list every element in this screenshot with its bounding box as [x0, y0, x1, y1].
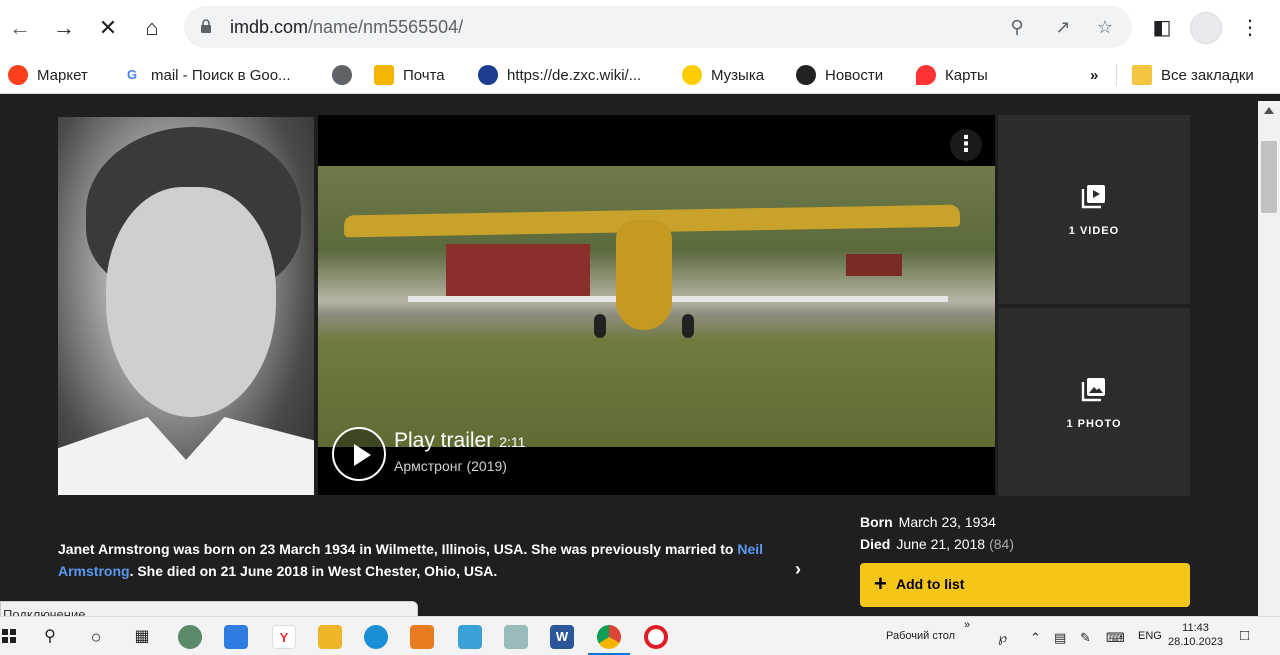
forward-arrow-icon[interactable]: → — [50, 14, 78, 42]
globe-icon — [332, 65, 352, 85]
bookmarks-bar: Маркет G mail - Поиск в Goo... Почта htt… — [0, 56, 1280, 94]
video-thumbnail — [318, 166, 995, 447]
zxc-wiki-icon — [478, 65, 498, 85]
url-text: imdb.com/name/nm5565504/ — [230, 17, 464, 37]
paint-icon[interactable] — [504, 625, 528, 649]
scroll-up-arrow-icon[interactable] — [1264, 107, 1274, 114]
menu-kebab-icon[interactable]: ⋮ — [1236, 14, 1264, 42]
yandex-market-icon — [8, 65, 28, 85]
video-library-icon — [1081, 185, 1105, 209]
bookmark-market[interactable]: Маркет — [8, 64, 88, 86]
toolbar-expand-icon[interactable]: » — [964, 619, 970, 631]
bookmark-mail-search[interactable]: G mail - Поиск в Goo... — [122, 64, 291, 86]
tray-chevron-up-icon[interactable]: ⌃ — [1030, 630, 1041, 646]
news-icon — [796, 65, 816, 85]
notifications-icon[interactable]: □ — [1240, 627, 1249, 644]
profile-avatar[interactable] — [1190, 12, 1222, 44]
play-trailer-button[interactable] — [332, 427, 386, 481]
trailer-player[interactable]: ⋮ Play trailer 2:11 Армстронг (2019) — [318, 115, 995, 495]
language-indicator[interactable]: ENG — [1138, 630, 1162, 642]
plus-icon: + — [874, 571, 887, 596]
google-icon: G — [122, 65, 142, 85]
trailer-title[interactable]: Play trailer 2:11 — [394, 429, 525, 453]
stop-loading-icon[interactable]: ✕ — [94, 14, 122, 42]
mail-app-icon[interactable] — [224, 625, 248, 649]
opera-icon[interactable] — [644, 625, 668, 649]
died-row: Died June 21, 2018 (84) — [860, 536, 1014, 552]
bookmark-news[interactable]: Новости — [796, 64, 883, 86]
all-bookmarks-folder[interactable]: Все закладки — [1132, 64, 1254, 86]
media-player-icon[interactable] — [410, 625, 434, 649]
keyboard-icon[interactable]: ⌨ — [1106, 630, 1125, 646]
play-icon — [354, 444, 371, 466]
bookmarks-overflow-button[interactable]: » — [1090, 64, 1098, 86]
video-options-icon[interactable]: ⋮ — [950, 129, 982, 161]
videos-tile[interactable]: 1 VIDEO — [998, 115, 1190, 304]
app-icon-1[interactable] — [178, 625, 202, 649]
bookmark-pochta[interactable]: Почта — [374, 64, 445, 86]
share-icon[interactable]: ↗ — [1052, 16, 1074, 38]
cortana-icon[interactable]: ○ — [84, 625, 108, 649]
scroll-thumb[interactable] — [1261, 141, 1277, 213]
chrome-icon[interactable] — [597, 625, 621, 649]
bookmark-music[interactable]: Музыка — [682, 64, 764, 86]
maps-icon — [916, 65, 936, 85]
bookmark-maps[interactable]: Карты — [916, 64, 988, 86]
photos-count: 1 PHOTO — [1066, 418, 1122, 430]
photo-library-icon — [1081, 378, 1105, 402]
side-panel-icon[interactable]: ◧ — [1148, 14, 1176, 42]
network-icon[interactable]: ▤ — [1054, 630, 1066, 646]
page-scrollbar[interactable] — [1258, 101, 1280, 616]
home-icon[interactable]: ⌂ — [138, 14, 166, 42]
lock-icon — [201, 19, 211, 33]
profile-photo[interactable] — [58, 117, 314, 495]
task-view-icon[interactable]: ▦ — [130, 625, 154, 649]
mail-icon — [374, 65, 394, 85]
search-icon[interactable]: ⚲ — [38, 625, 62, 649]
trailer-duration: 2:11 — [499, 434, 526, 450]
died-date[interactable]: June 21, 2018 — [896, 536, 985, 552]
yandex-browser-icon[interactable]: Y — [272, 625, 296, 649]
bookmark-globe[interactable] — [332, 64, 361, 86]
pen-icon[interactable]: ✎ — [1080, 630, 1091, 646]
zoom-icon[interactable]: ⚲ — [1006, 16, 1028, 38]
add-to-list-button[interactable]: + Add to list — [860, 563, 1190, 607]
folder-icon — [1132, 65, 1152, 85]
music-icon — [682, 65, 702, 85]
imdb-page: ⋮ Play trailer 2:11 Армстронг (2019) 1 VI… — [0, 101, 1258, 616]
bookmarks-separator — [1116, 64, 1117, 86]
bookmark-star-icon[interactable]: ☆ — [1094, 16, 1116, 38]
born-row: Born March 23, 1934 — [860, 514, 996, 530]
videos-count: 1 VIDEO — [1068, 225, 1120, 237]
word-icon[interactable]: W — [550, 625, 574, 649]
address-bar[interactable]: imdb.com/name/nm5565504/ ⚲ ↗ ☆ — [184, 6, 1132, 48]
file-explorer-icon[interactable] — [318, 625, 342, 649]
browser-toolbar: ← → ✕ ⌂ imdb.com/name/nm5565504/ ⚲ ↗ ☆ ◧… — [0, 0, 1280, 56]
born-date[interactable]: March 23, 1934 — [899, 514, 996, 530]
windows-start-icon[interactable] — [2, 629, 16, 643]
bio-summary[interactable]: Janet Armstrong was born on 23 March 193… — [58, 538, 818, 582]
system-clock[interactable]: 11:43 28.10.2023 — [1168, 621, 1223, 649]
trailer-subtitle: Армстронг (2019) — [394, 458, 507, 474]
desktop-toolbar-label[interactable]: Рабочий стол — [886, 630, 955, 642]
birth-death-facts: Born March 23, 1934 Died June 21, 2018 (84) — [860, 511, 1014, 555]
bookmark-zxc-wiki[interactable]: https://de.zxc.wiki/... — [478, 64, 641, 86]
back-arrow-icon[interactable]: ← — [6, 14, 34, 42]
chevron-right-icon[interactable]: › — [795, 559, 801, 580]
control-panel-icon[interactable] — [458, 625, 482, 649]
people-icon[interactable]: ℘ — [998, 630, 1007, 646]
edge-icon[interactable] — [364, 625, 388, 649]
windows-taskbar: ⚲ ○ ▦ Y W Рабочий стол » ℘ ⌃ ▤ ✎ ⌨ ENG 1… — [0, 616, 1280, 655]
photos-tile[interactable]: 1 PHOTO — [998, 308, 1190, 496]
